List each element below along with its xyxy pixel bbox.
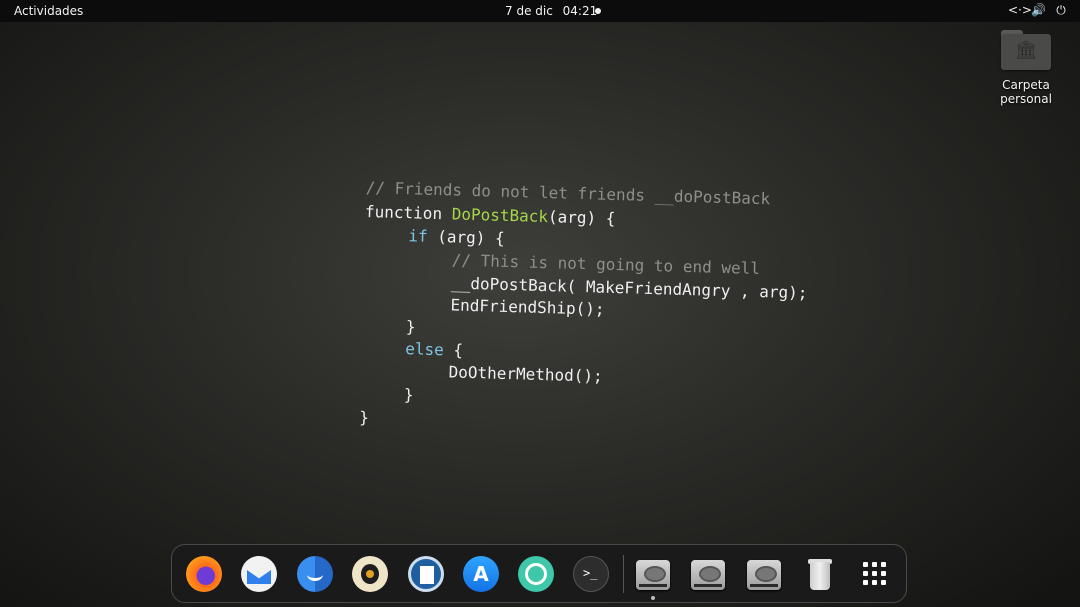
dock-item-files[interactable] <box>297 556 333 592</box>
mail-icon <box>241 556 277 592</box>
writer-icon <box>408 556 444 592</box>
dock-item-software[interactable]: A <box>463 556 499 592</box>
help-lifebuoy-icon <box>518 556 554 592</box>
trash-icon <box>802 556 838 592</box>
app-store-icon: A <box>463 556 499 592</box>
dock-item-drive-2[interactable] <box>690 556 726 592</box>
rhythmbox-icon <box>352 556 388 592</box>
top-bar: Actividades 7 de dic 04:21 <·> 🔊 ⏻ <box>0 0 1080 22</box>
running-indicator <box>651 596 655 600</box>
activities-button[interactable]: Actividades <box>14 4 83 18</box>
firefox-icon <box>186 556 222 592</box>
dock-item-drive-1[interactable] <box>635 556 671 600</box>
code-line: } <box>403 385 414 405</box>
dock-item-firefox[interactable] <box>186 556 222 592</box>
clock-date: 7 de dic <box>505 4 553 18</box>
clock[interactable]: 7 de dic 04:21 <box>505 4 603 18</box>
folder-icon: 🏛 <box>1001 30 1051 70</box>
network-icon[interactable]: <·> <box>1008 3 1032 18</box>
dock-item-help[interactable] <box>518 556 554 592</box>
code-line: } <box>405 317 416 337</box>
drive-icon <box>635 556 671 592</box>
code-line: if (arg) { <box>408 226 505 248</box>
show-applications-button[interactable] <box>857 556 893 592</box>
volume-icon[interactable]: 🔊 <box>1031 3 1046 18</box>
finder-icon <box>297 556 333 592</box>
home-folder-label: Carpeta personal <box>1000 78 1052 106</box>
system-menu[interactable]: <·> 🔊 ⏻ <box>1008 3 1068 18</box>
desktop-home-folder[interactable]: 🏛 Carpeta personal <box>976 30 1076 106</box>
code-line: DoOtherMethod(); <box>448 362 603 386</box>
terminal-icon: >_ <box>573 556 609 592</box>
wallpaper-code: // Friends do not let friends __doPostBa… <box>359 178 808 427</box>
code-line: EndFriendShip(); <box>450 295 605 319</box>
code-line: } <box>359 407 370 428</box>
drive-icon <box>746 556 782 592</box>
power-icon[interactable]: ⏻ <box>1054 3 1068 18</box>
code-line: else { <box>404 339 464 360</box>
code-line: function DoPostBack(arg) { <box>364 201 616 228</box>
dock-item-trash[interactable] <box>802 556 838 592</box>
dock-separator <box>623 555 624 593</box>
clock-time: 04:21 <box>562 4 598 18</box>
dock-item-writer[interactable] <box>408 556 444 592</box>
app-grid-icon <box>857 556 893 592</box>
notification-dot-icon <box>595 8 601 14</box>
dock: A >_ <box>171 544 907 603</box>
drive-icon <box>690 556 726 592</box>
dock-item-rhythmbox[interactable] <box>352 556 388 592</box>
dock-item-drive-3[interactable] <box>746 556 782 592</box>
dock-item-mail[interactable] <box>241 556 277 592</box>
dock-item-terminal[interactable]: >_ <box>573 556 609 592</box>
